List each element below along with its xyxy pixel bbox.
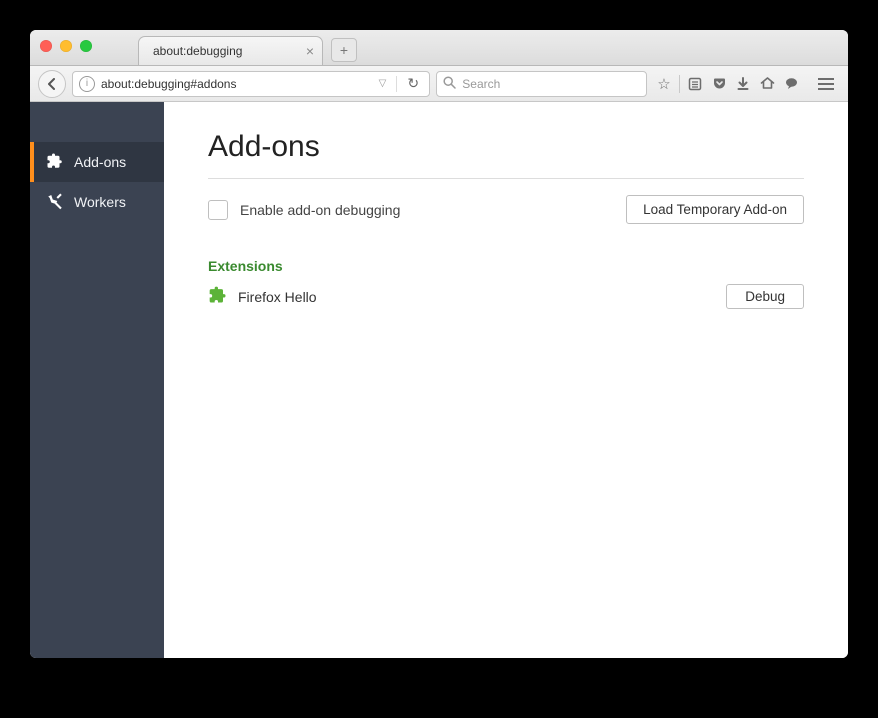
pocket-icon[interactable] [708,73,730,95]
navigation-toolbar: i about:debugging#addons ▽ ↻ Search ☆ [30,66,848,102]
tools-icon [46,192,64,213]
new-tab-button[interactable]: + [331,38,357,62]
main-panel: Add-ons Enable add-on debugging Load Tem… [164,102,848,658]
url-text: about:debugging#addons [101,77,369,91]
close-window-button[interactable] [40,40,52,52]
reading-list-icon[interactable] [684,73,706,95]
chat-icon[interactable] [780,73,802,95]
downloads-icon[interactable] [732,73,754,95]
load-temporary-addon-button[interactable]: Load Temporary Add-on [626,195,804,224]
menu-button[interactable] [812,72,840,96]
extension-info: Firefox Hello [208,285,317,308]
debug-button[interactable]: Debug [726,284,804,309]
bookmark-star-icon[interactable]: ☆ [653,73,675,95]
maximize-window-button[interactable] [80,40,92,52]
search-icon [443,76,456,92]
close-tab-icon[interactable]: × [306,44,314,58]
checkbox-text: Enable add-on debugging [240,202,400,218]
url-bar[interactable]: i about:debugging#addons ▽ ↻ [72,71,430,97]
puzzle-icon [46,152,64,173]
identity-icon[interactable]: i [79,76,95,92]
enable-addon-debugging-checkbox[interactable] [208,200,228,220]
toolbar-icons: ☆ [653,73,802,95]
sidebar-item-label: Add-ons [74,154,126,170]
enable-addon-debugging-label[interactable]: Enable add-on debugging [208,200,400,220]
page-heading: Add-ons [208,130,804,164]
sidebar-item-workers[interactable]: Workers [30,182,164,222]
minimize-window-button[interactable] [60,40,72,52]
extension-name: Firefox Hello [238,289,317,305]
search-placeholder: Search [462,77,500,91]
sidebar-item-addons[interactable]: Add-ons [30,142,164,182]
divider [208,178,804,179]
browser-window: about:debugging × + i about:debugging#ad… [30,30,848,658]
back-button[interactable] [38,70,66,98]
home-icon[interactable] [756,73,778,95]
sidebar-item-label: Workers [74,194,126,210]
page-content: Add-ons Workers Add-ons Enable add-on de… [30,102,848,658]
extension-row: Firefox Hello Debug [208,284,804,309]
urlbar-dropdown-icon[interactable]: ▽ [375,78,391,89]
tab-title: about:debugging [153,44,242,58]
window-controls [40,40,92,52]
separator [679,75,680,93]
extensions-section-title: Extensions [208,258,804,274]
title-bar: about:debugging × + [30,30,848,66]
search-bar[interactable]: Search [436,71,647,97]
sidebar: Add-ons Workers [30,102,164,658]
reload-button[interactable]: ↻ [403,75,423,92]
addon-debug-row: Enable add-on debugging Load Temporary A… [208,195,804,224]
browser-tab[interactable]: about:debugging × [138,36,323,65]
extension-icon [208,285,228,308]
